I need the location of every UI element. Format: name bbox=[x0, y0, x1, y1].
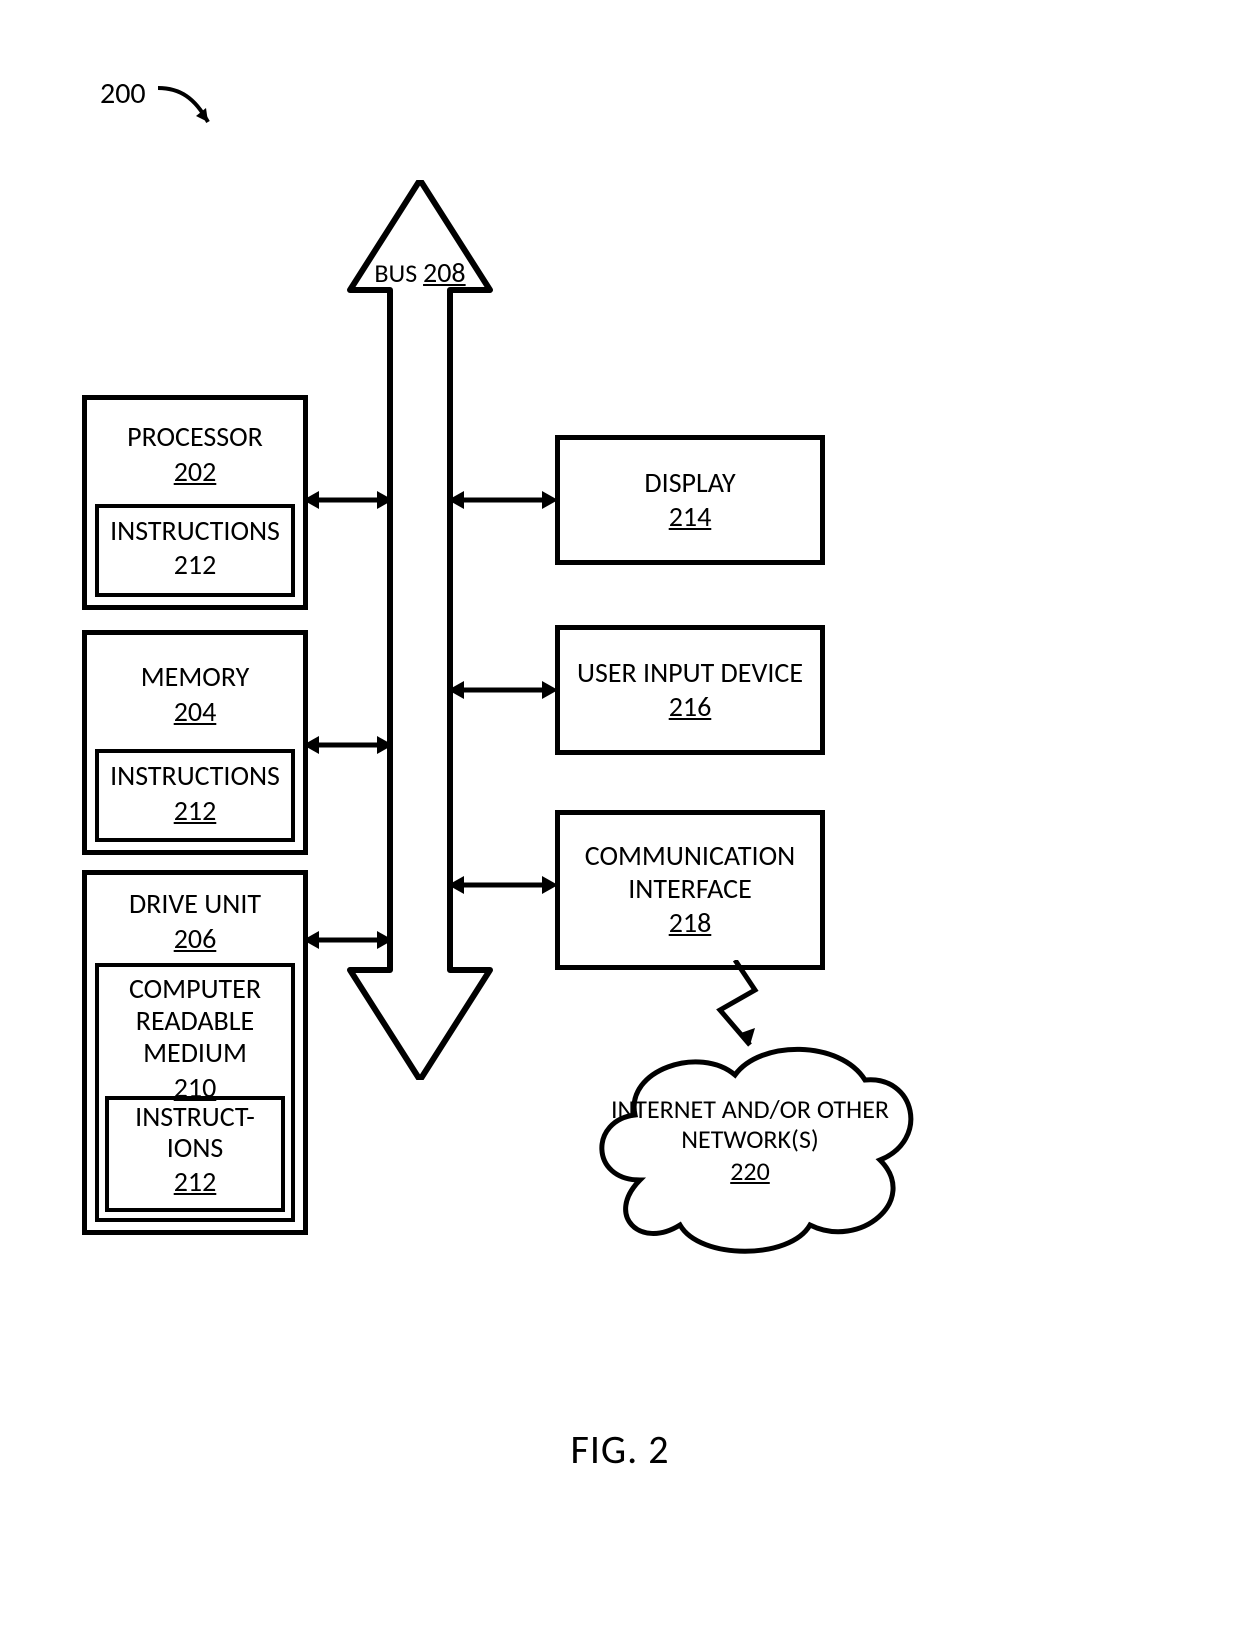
drive-bus-connector bbox=[303, 925, 393, 955]
memory-box: MEMORY 204 INSTRUCTIONS 212 bbox=[82, 630, 308, 855]
drive-unit-ref: 206 bbox=[87, 921, 303, 956]
communication-interface-ref: 218 bbox=[560, 905, 820, 940]
figure-number: 200 bbox=[100, 75, 146, 112]
bus-label-row: BUS 208 bbox=[362, 255, 478, 290]
display-bus-connector bbox=[448, 485, 558, 515]
user-input-device-box: USER INPUT DEVICE 216 bbox=[555, 625, 825, 755]
drive-unit-label: DRIVE UNIT bbox=[87, 887, 303, 921]
communication-interface-box: COMMUNICATION INTERFACE 218 bbox=[555, 810, 825, 970]
user-input-bus-connector bbox=[448, 675, 558, 705]
memory-instructions-label: INSTRUCTIONS bbox=[99, 759, 291, 793]
diagram-root: 200 BUS 208 PROCESSOR 202 INSTRUCTIONS 2… bbox=[0, 0, 1240, 1643]
memory-ref: 204 bbox=[87, 694, 303, 729]
memory-instructions-ref: 212 bbox=[99, 793, 291, 828]
drive-instructions-label-1: INSTRUCT- bbox=[109, 1102, 281, 1133]
memory-instructions-box: INSTRUCTIONS 212 bbox=[95, 749, 295, 842]
processor-instructions-ref: 212 bbox=[99, 548, 291, 582]
memory-bus-connector bbox=[303, 730, 393, 760]
computer-readable-medium-label: COMPUTER READABLE MEDIUM bbox=[99, 973, 291, 1070]
processor-instructions-label: INSTRUCTIONS bbox=[99, 514, 291, 548]
user-input-device-label: USER INPUT DEVICE bbox=[560, 656, 820, 690]
processor-ref: 202 bbox=[87, 454, 303, 489]
display-label: DISPLAY bbox=[560, 466, 820, 500]
processor-box: PROCESSOR 202 INSTRUCTIONS 212 bbox=[82, 395, 308, 610]
display-box: DISPLAY 214 bbox=[555, 435, 825, 565]
processor-label: PROCESSOR bbox=[87, 420, 303, 454]
drive-instructions-ref: 212 bbox=[109, 1164, 281, 1199]
processor-instructions-box: INSTRUCTIONS 212 bbox=[95, 504, 295, 597]
computer-readable-medium-box: COMPUTER READABLE MEDIUM 210 INSTRUCT- I… bbox=[95, 963, 295, 1222]
bus-label: BUS bbox=[374, 257, 417, 289]
figure-caption: FIG. 2 bbox=[0, 1425, 1240, 1474]
display-ref: 214 bbox=[560, 499, 820, 534]
figure-number-pointer-arrow bbox=[150, 80, 230, 140]
comm-bus-connector bbox=[448, 870, 558, 900]
memory-label: MEMORY bbox=[87, 660, 303, 694]
network-cloud-ref: 220 bbox=[600, 1155, 900, 1187]
drive-instructions-box: INSTRUCT- IONS 212 bbox=[105, 1096, 285, 1212]
drive-instructions-label-2: IONS bbox=[109, 1133, 281, 1164]
bus-ref: 208 bbox=[423, 255, 466, 290]
drive-unit-box: DRIVE UNIT 206 COMPUTER READABLE MEDIUM … bbox=[82, 870, 308, 1235]
processor-bus-connector bbox=[303, 485, 393, 515]
user-input-device-ref: 216 bbox=[560, 689, 820, 724]
communication-interface-label: COMMUNICATION INTERFACE bbox=[560, 840, 820, 904]
network-cloud-text: INTERNET AND/OR OTHER NETWORK(S) 220 bbox=[600, 1095, 900, 1187]
network-cloud-label: INTERNET AND/OR OTHER NETWORK(S) bbox=[600, 1095, 900, 1155]
